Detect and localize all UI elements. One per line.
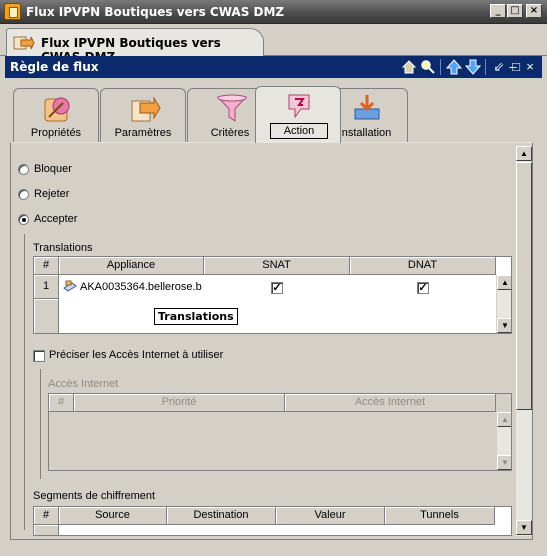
installation-icon <box>354 95 380 120</box>
segments-label: Segments de chiffrement <box>33 490 156 502</box>
internet-access-table: # Priorité Accès Internet ▲ ▼ <box>48 393 512 471</box>
column-header[interactable]: DNAT <box>350 257 496 275</box>
column-header: Accès Internet <box>285 394 496 412</box>
column-header: # <box>34 257 59 275</box>
panel-close-icon[interactable]: × <box>522 59 538 75</box>
row-header-empty <box>34 299 59 333</box>
dnat-checkbox[interactable]: ✓ <box>417 282 429 294</box>
properties-icon <box>44 97 70 122</box>
internet-scrollbar: ▲ ▼ <box>496 412 511 470</box>
column-header[interactable]: SNAT <box>204 257 350 275</box>
tab-action[interactable]: Action <box>255 86 341 143</box>
translations-table: # Appliance SNAT DNAT 1 AKA0035364.belle… <box>33 256 512 334</box>
translations-tooltip: Translations <box>154 308 238 325</box>
column-header: # <box>49 394 74 412</box>
accepter-group-line <box>24 234 25 530</box>
content-scrollbar[interactable]: ▲ ▼ <box>516 146 532 536</box>
search-icon[interactable] <box>420 59 436 75</box>
accepter-radio[interactable] <box>18 214 29 225</box>
panel-title: Règle de flux <box>10 60 99 74</box>
column-header[interactable]: Valeur <box>276 507 385 525</box>
tab-label: Action <box>270 123 328 139</box>
column-header: # <box>34 507 59 525</box>
panel-header: Règle de flux ⇙ – □ × <box>5 56 542 78</box>
column-header[interactable]: Destination <box>167 507 276 525</box>
column-header: Priorité <box>74 394 285 412</box>
scroll-down-icon: ▼ <box>497 455 511 470</box>
row-header-empty <box>34 525 59 535</box>
tab-label: Propriétés <box>30 127 82 139</box>
appliance-cell[interactable]: AKA0035364.bellerose.be <box>80 281 202 293</box>
rejeter-label: Rejeter <box>34 188 70 200</box>
internet-group-label: Accès Internet <box>48 378 119 390</box>
internet-access-checkbox[interactable] <box>33 350 45 362</box>
criteria-funnel-icon <box>216 94 248 122</box>
document-tab-strip: Flux IPVPN Boutiques vers CWAS DMZ <box>0 24 547 64</box>
rejeter-radio[interactable] <box>18 189 29 200</box>
bloquer-label: Bloquer <box>34 163 72 175</box>
title-bar: Flux IPVPN Boutiques vers CWAS DMZ _ □ × <box>0 0 547 24</box>
bloquer-radio[interactable] <box>18 164 29 175</box>
parameters-icon <box>131 96 161 122</box>
appliance-icon <box>63 280 77 292</box>
close-button[interactable]: × <box>526 4 542 18</box>
tab-parametres[interactable]: Paramètres <box>100 88 186 142</box>
arrow-up-icon[interactable] <box>446 59 462 75</box>
window-title: Flux IPVPN Boutiques vers CWAS DMZ <box>26 5 285 19</box>
tab-proprietes[interactable]: Propriétés <box>13 88 99 142</box>
app-icon <box>4 3 21 20</box>
scroll-up-icon[interactable]: ▲ <box>497 275 511 290</box>
action-panel <box>10 142 533 540</box>
maximize-button[interactable]: □ <box>507 4 523 18</box>
row-number[interactable]: 1 <box>34 275 59 299</box>
internet-group-line <box>40 369 41 479</box>
snat-checkbox[interactable]: ✓ <box>271 282 283 294</box>
scroll-down-icon[interactable]: ▼ <box>516 520 532 535</box>
translations-scrollbar[interactable]: ▲ ▼ <box>496 275 511 333</box>
tab-row: Propriétés Paramètres Critères Action In… <box>10 86 530 143</box>
scroll-thumb[interactable] <box>516 162 532 410</box>
tab-label: Paramètres <box>114 127 172 139</box>
home-icon[interactable] <box>401 59 417 75</box>
internet-access-checkbox-label: Préciser les Accès Internet à utiliser <box>49 349 224 361</box>
translations-label: Translations <box>33 242 93 254</box>
document-tab[interactable]: Flux IPVPN Boutiques vers CWAS DMZ <box>6 28 264 64</box>
flow-rule-icon <box>13 36 35 50</box>
segments-table: # Source Destination Valeur Tunnels <box>33 506 512 536</box>
arrow-down-icon[interactable] <box>465 59 481 75</box>
scroll-up-icon[interactable]: ▲ <box>516 146 532 161</box>
scroll-up-icon: ▲ <box>497 412 511 427</box>
minimize-button[interactable]: _ <box>490 4 506 18</box>
column-header[interactable]: Source <box>59 507 167 525</box>
column-header[interactable]: Appliance <box>59 257 204 275</box>
column-header[interactable]: Tunnels <box>385 507 495 525</box>
accepter-label: Accepter <box>34 213 78 225</box>
action-icon <box>288 94 310 119</box>
scroll-down-icon[interactable]: ▼ <box>497 318 511 333</box>
